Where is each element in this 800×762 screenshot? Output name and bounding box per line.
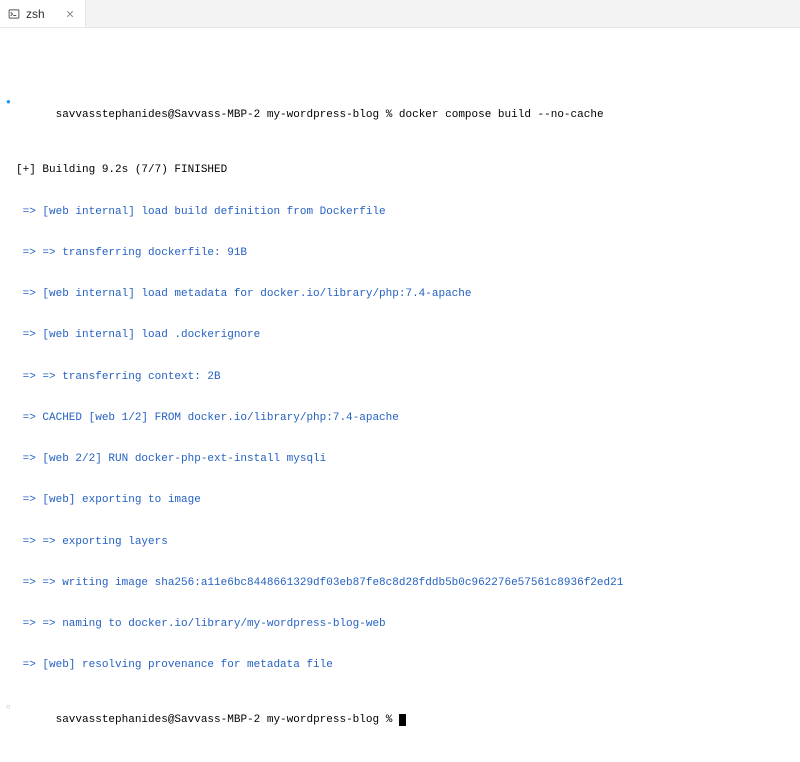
output-line: => CACHED [web 1/2] FROM docker.io/libra… (6, 412, 794, 426)
close-icon[interactable] (63, 7, 77, 21)
prompt-line-2: ○ savvasstephanides@Savvass-MBP-2 my-wor… (6, 701, 794, 742)
build-step: => [web internal] load metadata for dock… (16, 288, 794, 302)
output-line: => => transferring context: 2B (6, 371, 794, 385)
build-step: => => transferring dockerfile: 91B (16, 247, 794, 261)
output-line: => [web internal] load metadata for dock… (6, 288, 794, 302)
output-line: => [web] exporting to image (6, 494, 794, 508)
tab-label: zsh (26, 7, 57, 21)
build-step: => => writing image sha256:a11e6bc844866… (16, 577, 794, 591)
build-step: => [web 2/2] RUN docker-php-ext-install … (16, 453, 794, 467)
tab-bar: zsh (0, 0, 800, 28)
prompt-user-host: savvasstephanides@Savvass-MBP-2 (56, 109, 261, 121)
prompt-symbol: % (386, 714, 393, 726)
output-line: => => naming to docker.io/library/my-wor… (6, 618, 794, 632)
prompt-path: my-wordpress-blog (267, 109, 379, 121)
command-text: docker compose build --no-cache (399, 109, 604, 121)
terminal-output[interactable]: ● savvasstephanides@Savvass-MBP-2 my-wor… (0, 28, 800, 762)
build-header: [+] Building 9.2s (7/7) FINISHED (16, 164, 794, 178)
spacer (6, 164, 16, 178)
output-line: => => writing image sha256:a11e6bc844866… (6, 577, 794, 591)
tab-zsh[interactable]: zsh (0, 0, 86, 27)
build-step: => [web internal] load .dockerignore (16, 329, 794, 343)
build-step: => [web internal] load build definition … (16, 206, 794, 220)
prompt-user-host: savvasstephanides@Savvass-MBP-2 (56, 714, 261, 726)
output-line: => => transferring dockerfile: 91B (6, 247, 794, 261)
build-step: => [web] exporting to image (16, 494, 794, 508)
output-line: => [web 2/2] RUN docker-php-ext-install … (6, 453, 794, 467)
status-dot-idle-icon: ○ (6, 703, 16, 713)
build-header-line: [+] Building 9.2s (7/7) FINISHED (6, 164, 794, 178)
build-step: => CACHED [web 1/2] FROM docker.io/libra… (16, 412, 794, 426)
build-step: => [web] resolving provenance for metada… (16, 659, 794, 673)
output-line: => [web internal] load .dockerignore (6, 329, 794, 343)
output-line: => [web] resolving provenance for metada… (6, 659, 794, 673)
status-dot-active-icon: ● (6, 98, 16, 108)
build-step: => => exporting layers (16, 536, 794, 550)
prompt-line-1: ● savvasstephanides@Savvass-MBP-2 my-wor… (6, 96, 794, 137)
output-line: => [web internal] load build definition … (6, 206, 794, 220)
prompt-symbol: % (386, 109, 393, 121)
build-step: => => naming to docker.io/library/my-wor… (16, 618, 794, 632)
cursor (399, 714, 406, 726)
prompt-path: my-wordpress-blog (267, 714, 379, 726)
build-step: => => transferring context: 2B (16, 371, 794, 385)
terminal-icon (8, 8, 20, 20)
output-line: => => exporting layers (6, 536, 794, 550)
